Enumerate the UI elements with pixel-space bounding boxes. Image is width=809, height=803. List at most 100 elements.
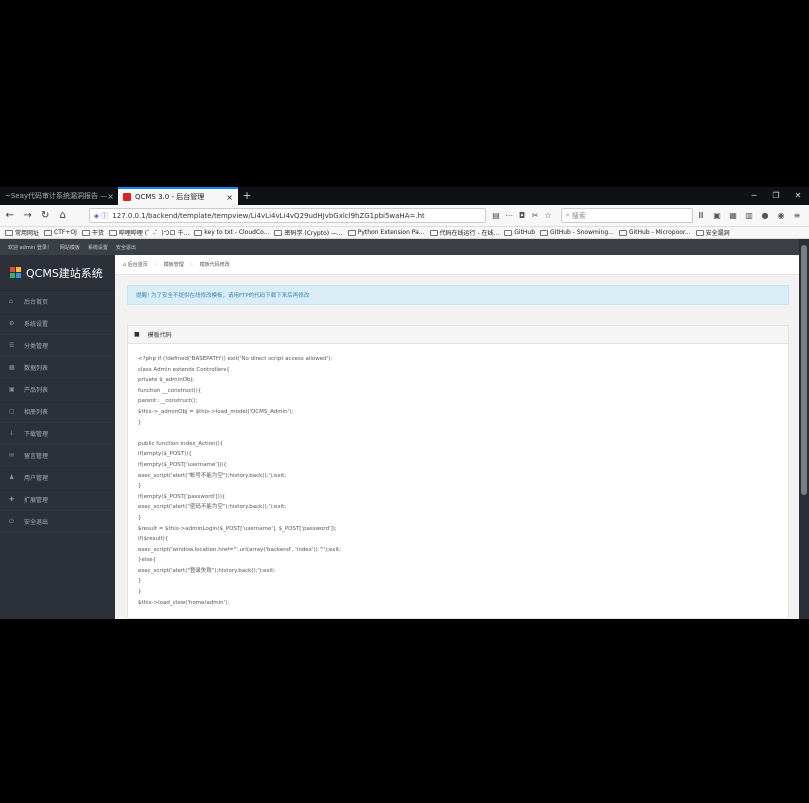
home-icon: ⌂ <box>9 298 13 305</box>
sidebar-item-categories[interactable]: ☰ 分类管理 <box>0 335 115 357</box>
minimize-icon[interactable]: ─ <box>743 187 765 205</box>
toolbar-icons: Ⅲ ▣ ▦ ▥ ● ◉ ≡ <box>693 211 805 220</box>
cloud-icon <box>194 229 203 236</box>
folder-icon <box>695 229 704 236</box>
bookmark-item[interactable]: 干货 <box>81 228 104 237</box>
bookmark-item[interactable]: 哔哩哔哩 (゜-゜)つロ 千... <box>108 228 189 237</box>
main-content: ⌂ 后台首页 › 模板管理 › 模板代码修改 提醒! 为了安全不提供在线修改模板… <box>115 255 799 619</box>
sidebar-item-downloads[interactable]: ↓ 下载管理 <box>0 423 115 445</box>
code-line: exec_script('alert("密码不能为空");history.bac… <box>138 504 287 511</box>
bookmark-item[interactable]: GitHub - Micropoor... <box>618 229 691 236</box>
sidebar-item-users[interactable]: ♟ 用户管理 <box>0 467 115 489</box>
code-line: $this->load_view('home/admin'); <box>138 599 230 606</box>
code-line: } <box>138 578 142 585</box>
bookmark-item[interactable]: key to txt - CloudCo... <box>194 229 269 236</box>
code-line: private $_adminObj; <box>138 377 194 384</box>
menu-icon[interactable]: ≡ <box>789 211 805 220</box>
folder-icon <box>81 229 90 236</box>
bookmark-star-icon[interactable]: ☆ <box>542 211 555 220</box>
bookmark-item[interactable]: Python Extension Pa... <box>347 229 425 236</box>
container-icon[interactable]: ▥ <box>741 211 757 220</box>
close-icon[interactable]: × <box>226 193 233 202</box>
breadcrumb-item-current: 模板代码修改 <box>199 262 230 268</box>
puzzle-icon: ✚ <box>9 496 15 503</box>
breadcrumb: ⌂ 后台首页 › 模板管理 › 模板代码修改 <box>115 255 799 275</box>
breadcrumb-item[interactable]: 后台首页 <box>128 261 148 268</box>
window-controls: ─ ❐ ✕ <box>743 187 809 205</box>
github-icon <box>618 229 627 236</box>
topbar-link-template[interactable]: 网站模板 <box>60 244 80 251</box>
welcome-text: 欢迎 admin 登录！ <box>8 244 52 251</box>
bookmark-item[interactable]: GitHub <box>504 229 535 236</box>
code-icon: ■ <box>134 331 140 338</box>
tab-label: QCMS 3.0 - 后台管理 <box>135 193 205 201</box>
pocket-icon[interactable]: ◘ <box>516 211 529 220</box>
list-icon: ☰ <box>9 342 15 349</box>
admin-page: 欢迎 admin 登录！ 网站模板 系统设置 安全退出 QCMS建站系统 ⌂ 后台… <box>0 239 799 619</box>
image-icon: ▢ <box>9 408 15 415</box>
folder-icon <box>5 229 13 236</box>
panel-header: ■ 模板代码 <box>128 326 788 344</box>
tab-qcms-admin[interactable]: QCMS 3.0 - 后台管理 × <box>118 187 238 205</box>
forward-icon[interactable]: → <box>20 210 36 221</box>
code-line: $result = $this->adminLogin($_POST['user… <box>138 525 337 532</box>
sidebar-item-home[interactable]: ⌂ 后台首页 <box>0 291 115 313</box>
breadcrumb-item[interactable]: 模板管理 <box>164 261 184 268</box>
gear-icon: ⚙ <box>9 320 15 327</box>
reload-icon[interactable]: ↻ <box>37 210 53 221</box>
sidebar-item-messages[interactable]: ✉ 留言管理 <box>0 445 115 467</box>
code-view[interactable]: <?php if (!defined('BASEPATH')) exit('No… <box>128 344 788 608</box>
sidebar-icon[interactable]: ▣ <box>709 211 725 220</box>
github-icon <box>504 229 513 236</box>
more-icon[interactable]: ⋯ <box>503 211 516 220</box>
tab-label: ~Seay代码审计系统漏洞报告 — <box>5 192 108 200</box>
bookmark-item[interactable]: 常用网址 <box>5 228 39 237</box>
page-scrollbar[interactable] <box>799 239 809 619</box>
code-line: parent::__construct(); <box>138 398 198 405</box>
search-input[interactable]: ⌕ 搜索 <box>560 208 694 223</box>
extension-icon[interactable]: ▦ <box>725 211 741 220</box>
reader-icon[interactable]: ▤ <box>490 211 503 220</box>
sidebar-item-data[interactable]: ▦ 数据列表 <box>0 357 115 379</box>
tab-seay-report[interactable]: ~Seay代码审计系统漏洞报告 — × <box>0 187 118 205</box>
back-icon[interactable]: ← <box>2 210 18 221</box>
library-icon[interactable]: Ⅲ <box>693 211 709 220</box>
url-text: 127.0.0.1/backend/template/tempview/Li4v… <box>112 211 425 220</box>
sidebar-item-settings[interactable]: ⚙ 系统设置 <box>0 313 115 335</box>
address-bar[interactable]: ◈ ⓘ 127.0.0.1/backend/template/tempview/… <box>88 208 486 223</box>
screenshot-icon[interactable]: ✂ <box>529 211 542 220</box>
chevron-right-icon: › <box>190 261 193 268</box>
bookmark-item[interactable]: GitHub - Snowming... <box>540 229 614 236</box>
box-icon: ▣ <box>9 386 15 393</box>
code-line: $this->_adminObj = $this->load_model('QC… <box>138 408 294 415</box>
sidebar-item-products[interactable]: ▣ 产品列表 <box>0 379 115 401</box>
bookmark-item[interactable]: 密码学 (Crypto) —... <box>274 228 343 237</box>
code-line: } <box>138 589 142 596</box>
code-line: if(empty($_POST['username'])){ <box>138 461 227 468</box>
code-line: } <box>138 483 142 490</box>
sidebar-item-logout[interactable]: ⏻ 安全退出 <box>0 511 115 533</box>
topbar-link-logout[interactable]: 安全退出 <box>116 244 136 251</box>
restore-icon[interactable]: ❐ <box>765 187 787 205</box>
close-icon[interactable]: × <box>107 192 114 201</box>
code-line: } <box>138 419 142 426</box>
admin-sidebar: QCMS建站系统 ⌂ 后台首页 ⚙ 系统设置 ☰ 分类管理 ▦ 数据列表 ▣ 产品列表 ▢… <box>0 255 115 619</box>
new-tab-icon[interactable]: + <box>238 187 256 205</box>
bookmark-item[interactable]: 代码在线运行 - 在线... <box>429 228 499 237</box>
power-icon: ⏻ <box>9 517 14 525</box>
code-line: exec_script('window.location.href="'.url… <box>138 546 342 553</box>
topbar-link-settings[interactable]: 系统设置 <box>88 244 108 251</box>
addon-icon[interactable]: ● <box>757 211 773 220</box>
scrollbar-thumb[interactable] <box>801 245 807 495</box>
bookmark-item[interactable]: 安全漏洞 <box>695 228 730 237</box>
home-icon[interactable]: ⌂ <box>55 210 71 221</box>
sidebar-item-extensions[interactable]: ✚ 扩展管理 <box>0 489 115 511</box>
code-line: exec_script('alert("登录失败");history.back(… <box>138 567 276 574</box>
shield-icon: ◈ ⓘ <box>93 211 109 220</box>
alert-text: 提醒! 为了安全不提供在线修改模板，请用FTP的代码下载下来后再修改 <box>136 293 310 299</box>
panel-title: 模板代码 <box>147 332 172 339</box>
sidebar-item-albums[interactable]: ▢ 相册列表 <box>0 401 115 423</box>
close-window-icon[interactable]: ✕ <box>787 187 809 205</box>
record-icon[interactable]: ◉ <box>773 211 789 220</box>
bookmark-item[interactable]: CTF+OJ <box>44 229 77 236</box>
